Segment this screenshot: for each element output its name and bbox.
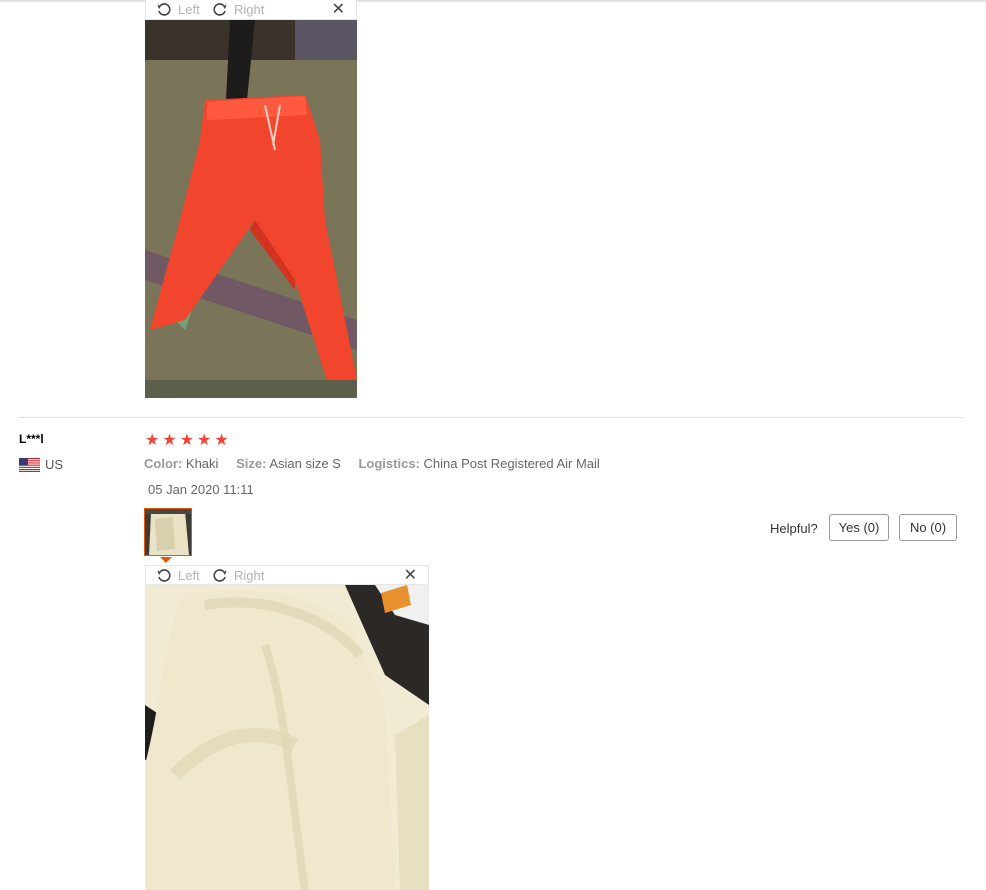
rotate-right-button[interactable]: Right [212,1,264,17]
thumbnail-indicator-arrow [160,557,172,563]
us-flag-icon [19,457,40,472]
order-attributes: Color: Khaki Size: Asian size S Logistic… [144,456,614,471]
rotate-right-label: Right [234,567,265,583]
rotate-left-label: Left [178,1,200,17]
helpful-no-button[interactable]: No (0) [899,514,957,541]
rotate-right-icon [213,569,227,582]
color-value: Khaki [185,456,219,471]
rotate-right-button[interactable]: Right [212,567,264,583]
khaki-pants-photo [145,585,429,890]
close-icon[interactable]: ✕ [332,1,345,19]
star-icon: ★ [145,432,160,449]
close-icon[interactable]: ✕ [404,567,417,585]
review-date: 05 Jan 2020 11:11 [148,482,254,497]
review-photo-thumbnail[interactable] [144,508,192,556]
logistics-value: China Post Registered Air Mail [423,456,600,471]
logistics-label: Logistics: [358,456,420,471]
rotate-left-icon [157,569,171,582]
buyer-country: US [19,457,63,472]
red-pants-photo [145,20,357,398]
khaki-pants-thumbnail [145,509,191,555]
buyer-name: L***l [19,432,44,446]
review-photo-large[interactable] [145,585,429,890]
image-viewer-toolbar: Left Right ✕ [145,565,429,585]
image-viewer-toolbar: Left Right ✕ [145,0,357,20]
rotate-left-icon [157,3,171,16]
star-icon: ★ [197,432,212,449]
star-icon: ★ [214,432,229,449]
star-rating: ★ ★ ★ ★ ★ [145,432,229,450]
color-label: Color: [144,456,183,471]
rotate-right-label: Right [234,1,265,17]
review-photo-large[interactable] [145,20,357,398]
helpful-yes-button[interactable]: Yes (0) [829,514,889,541]
country-code: US [45,457,64,472]
rotate-left-button[interactable]: Left [156,1,200,17]
star-icon: ★ [179,432,195,449]
size-value: Asian size S [269,456,341,471]
helpful-label: Helpful? [770,521,818,536]
star-icon: ★ [162,432,177,449]
rotate-left-button[interactable]: Left [156,567,200,583]
review-divider [18,417,964,418]
size-label: Size: [236,456,267,471]
rotate-left-label: Left [178,567,200,583]
rotate-right-icon [213,3,227,16]
